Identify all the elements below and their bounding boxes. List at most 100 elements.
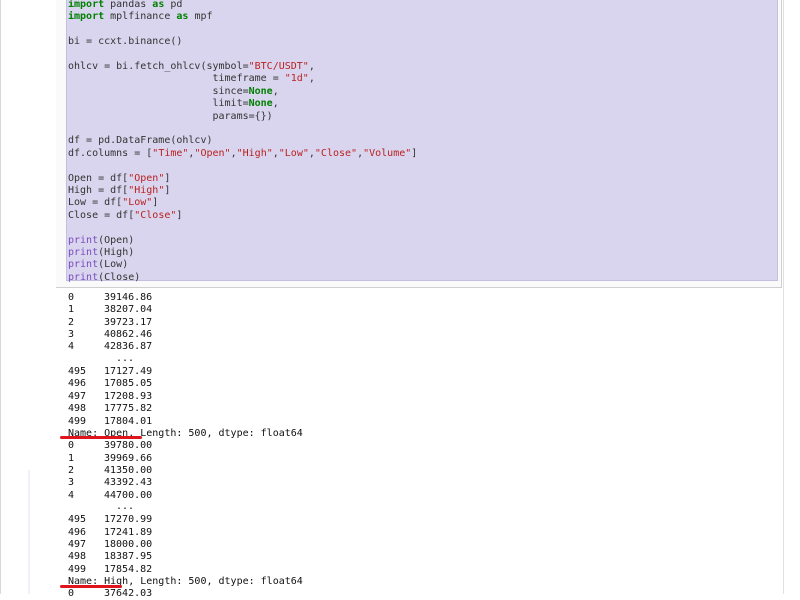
output-row: 498 17775.82 bbox=[68, 403, 152, 415]
row-value: 39146.86 bbox=[104, 292, 153, 303]
code-token: ohlcv = bi.fetch_ohlcv(symbol= bbox=[68, 61, 249, 72]
code-token: print bbox=[68, 247, 99, 258]
output-row: 4 42836.87 bbox=[68, 341, 152, 353]
code-token: ] bbox=[164, 172, 171, 184]
code-token: timeframe = bbox=[68, 73, 285, 85]
output-row: 499 17854.82 bbox=[68, 564, 152, 576]
row-value: 17127.49 bbox=[104, 366, 153, 378]
row-value: 18000.00 bbox=[104, 539, 153, 550]
row-index: 4 bbox=[68, 489, 75, 501]
code-line[interactable]: bi = ccxt.binance() bbox=[68, 36, 182, 48]
output-row: 1 39969.66 bbox=[68, 453, 152, 465]
row-value: 18387.95 bbox=[104, 551, 153, 563]
code-token: as bbox=[176, 11, 189, 23]
row-index: 4 bbox=[68, 341, 75, 353]
row-index: 1 bbox=[68, 304, 75, 316]
output-row: 497 18000.00 bbox=[68, 539, 152, 551]
code-token: df = pd.DataFrame(ohlcv) bbox=[68, 135, 213, 147]
output-row: 497 17208.93 bbox=[68, 391, 152, 403]
output-row: 495 17270.99 bbox=[68, 514, 152, 526]
code-token: as bbox=[152, 0, 165, 10]
code-token: (High) bbox=[98, 247, 135, 258]
code-token: "Time" bbox=[152, 147, 189, 159]
annotation-underline-open bbox=[60, 436, 142, 439]
row-index: 497 bbox=[68, 390, 87, 402]
output-row: 499 17804.01 bbox=[68, 416, 152, 428]
code-line[interactable]: df.columns = ["Time","Open","High","Low"… bbox=[68, 148, 417, 160]
code-token: "1d" bbox=[284, 73, 309, 85]
output-row: 0 39146.86 bbox=[68, 292, 152, 304]
row-index: 498 bbox=[68, 403, 87, 415]
code-line[interactable]: print(Low) bbox=[68, 259, 128, 271]
row-value: 17241.89 bbox=[104, 526, 153, 538]
row-index: 3 bbox=[68, 477, 75, 489]
code-token: print bbox=[68, 234, 99, 246]
code-token: pandas bbox=[104, 0, 153, 10]
output-ellipsis: ... bbox=[116, 500, 135, 512]
code-token: bi = ccxt.binance() bbox=[68, 36, 183, 48]
code-token: (Close) bbox=[98, 271, 141, 283]
code-token: Open = df[ bbox=[68, 172, 129, 184]
row-index: 2 bbox=[68, 316, 75, 328]
code-line[interactable]: Open = df["Open"] bbox=[68, 173, 170, 185]
output-row: 2 41350.00 bbox=[68, 465, 152, 477]
row-value: 39780.00 bbox=[104, 440, 153, 452]
output-row: 0 39780.00 bbox=[68, 440, 152, 452]
code-token: "Low" bbox=[122, 197, 153, 209]
code-token: since= bbox=[68, 85, 249, 97]
row-index: 495 bbox=[68, 514, 87, 526]
code-token: mplfinance bbox=[104, 11, 177, 23]
code-line[interactable]: High = df["High"] bbox=[68, 185, 170, 197]
code-token: None bbox=[248, 85, 273, 97]
row-index: 0 bbox=[68, 440, 75, 452]
code-line[interactable]: since=None, bbox=[68, 85, 278, 98]
code-token: , bbox=[308, 61, 315, 72]
code-line[interactable]: limit=None, bbox=[68, 98, 278, 110]
row-index: 2 bbox=[68, 464, 75, 476]
annotation-underline-high bbox=[60, 585, 122, 588]
output-row: 3 40862.46 bbox=[68, 329, 152, 341]
code-token: print bbox=[68, 259, 99, 271]
code-line[interactable]: ohlcv = bi.fetch_ohlcv(symbol="BTC/USDT"… bbox=[68, 61, 315, 73]
code-token: "Volume" bbox=[363, 147, 412, 159]
output-row: 496 17241.89 bbox=[68, 527, 152, 539]
cell-output bbox=[56, 288, 781, 594]
code-line[interactable]: import pandas as pd bbox=[68, 0, 182, 11]
row-index: 496 bbox=[68, 378, 87, 390]
code-line[interactable]: print(High) bbox=[68, 247, 134, 259]
row-value: 17085.05 bbox=[104, 378, 153, 390]
row-value: 17208.93 bbox=[104, 390, 153, 402]
code-token: None bbox=[248, 98, 273, 110]
code-token: limit= bbox=[68, 98, 249, 110]
row-index: 497 bbox=[68, 539, 87, 550]
row-value: 39969.66 bbox=[104, 452, 153, 464]
output-row: 496 17085.05 bbox=[68, 378, 152, 390]
output-row: 0 37642.03 bbox=[68, 588, 152, 600]
code-line[interactable]: print(Open) bbox=[68, 235, 134, 247]
code-token: Close = df[ bbox=[68, 209, 135, 221]
code-token: ] bbox=[411, 147, 418, 159]
code-token: "Close" bbox=[134, 209, 177, 221]
code-line[interactable]: timeframe = "1d", bbox=[68, 73, 315, 85]
code-line[interactable]: import mplfinance as mpf bbox=[68, 11, 213, 23]
output-row: 4 44700.00 bbox=[68, 490, 152, 502]
code-line[interactable]: params={}) bbox=[68, 111, 272, 123]
row-value: 44700.00 bbox=[104, 489, 153, 501]
row-index: 498 bbox=[68, 551, 87, 563]
code-line[interactable]: Low = df["Low"] bbox=[68, 197, 158, 209]
scrollbar-track[interactable] bbox=[783, 0, 800, 594]
code-line[interactable]: Close = df["Close"] bbox=[68, 210, 182, 222]
code-line[interactable]: print(Close) bbox=[68, 272, 140, 284]
row-index: 1 bbox=[68, 452, 75, 464]
code-token: (Open) bbox=[98, 234, 135, 246]
code-token: ] bbox=[164, 185, 171, 196]
code-token: df.columns = [ bbox=[68, 147, 153, 159]
page-left-border bbox=[0, 0, 1, 594]
row-value: 17775.82 bbox=[104, 403, 153, 415]
output-row: 2 39723.17 bbox=[68, 317, 152, 329]
code-line[interactable]: df = pd.DataFrame(ohlcv) bbox=[68, 135, 213, 147]
code-token: ] bbox=[176, 209, 183, 221]
code-token: , bbox=[308, 73, 315, 85]
code-token: pd bbox=[164, 0, 183, 10]
code-token: "High" bbox=[236, 147, 273, 159]
